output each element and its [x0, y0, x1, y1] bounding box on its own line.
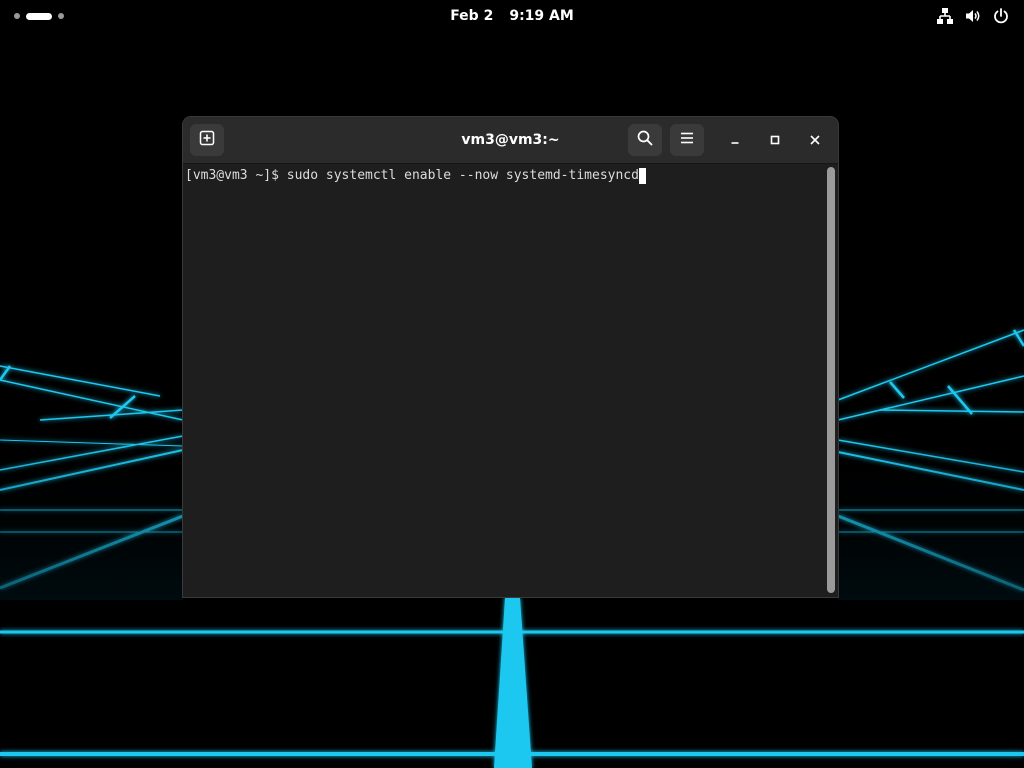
clock-date[interactable]: Feb 2: [450, 8, 493, 24]
terminal-output[interactable]: [vm3@vm3 ~]$ sudo systemctl enable --now…: [183, 164, 838, 597]
close-button[interactable]: [803, 128, 827, 152]
volume-icon[interactable]: [964, 7, 982, 25]
new-tab-icon: [199, 130, 215, 150]
maximize-button[interactable]: [763, 128, 787, 152]
network-icon[interactable]: [936, 7, 954, 25]
minimize-icon: [729, 131, 741, 150]
terminal-window[interactable]: vm3@vm3:~ [vm3@vm3 ~]$ sudo systemctl en…: [183, 117, 838, 597]
scrollbar[interactable]: [827, 167, 835, 593]
top-bar: Feb 2 9:19 AM: [0, 0, 1024, 32]
terminal-line: [vm3@vm3 ~]$ sudo systemctl enable --now…: [185, 167, 646, 184]
desktop: Feb 2 9:19 AM vm3@vm3:~ [vm3@vm3 ~]$ sud…: [0, 0, 1024, 768]
text-cursor: [638, 168, 646, 184]
main-menu-button[interactable]: [670, 124, 704, 156]
new-tab-button[interactable]: [190, 124, 224, 156]
power-icon[interactable]: [992, 7, 1010, 25]
clock[interactable]: Feb 2 9:19 AM: [0, 0, 1024, 32]
search-icon: [637, 130, 653, 150]
hamburger-menu-icon: [679, 130, 695, 150]
minimize-button[interactable]: [723, 128, 747, 152]
system-tray[interactable]: [936, 7, 1010, 25]
maximize-icon: [769, 131, 781, 150]
terminal-headerbar[interactable]: vm3@vm3:~: [183, 117, 838, 164]
activities-button[interactable]: [14, 10, 64, 22]
workspace-indicator-active: [26, 12, 52, 20]
shell-prompt: [vm3@vm3 ~]$: [185, 168, 287, 183]
command-text: sudo systemctl enable --now systemd-time…: [286, 168, 639, 183]
close-icon: [809, 131, 821, 150]
clock-time[interactable]: 9:19 AM: [509, 8, 573, 24]
workspace-indicator: [58, 13, 64, 19]
search-button[interactable]: [628, 124, 662, 156]
workspace-indicator: [14, 13, 20, 19]
